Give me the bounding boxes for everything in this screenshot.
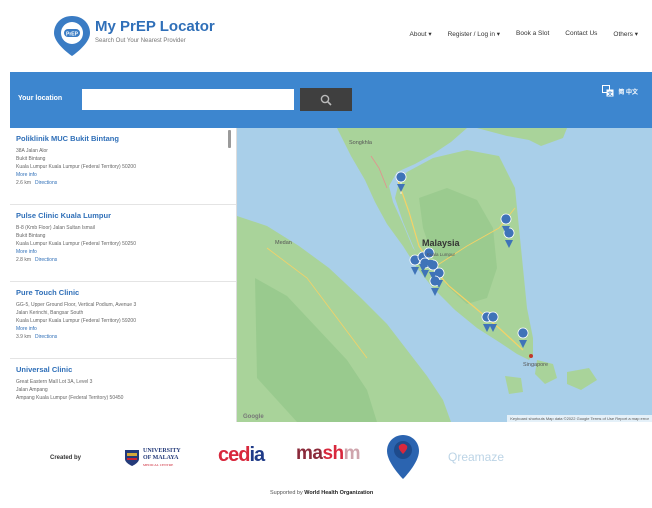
list-scrollbar[interactable] (228, 130, 231, 148)
mashm-logo[interactable]: mashm (296, 443, 361, 465)
um-logo-line: UNIVERSITY (143, 448, 181, 454)
map-canvas[interactable] (237, 128, 652, 422)
map-pin-logo-icon[interactable] (386, 434, 420, 480)
um-logo[interactable]: UNIVERSITY OF MALAYA MEDICAL CENTRE (143, 448, 181, 469)
clinic-address-line: Ampang Kuala Lumpur (Federal Territory) … (16, 395, 124, 401)
map-view[interactable]: Malaysia Songkhla Medan Singapore Kuala … (237, 128, 652, 422)
clinic-distance: 2.6 km (16, 180, 32, 186)
map-country-label: Malaysia (422, 238, 460, 248)
clinic-address-line: Kuala Lumpur Kuala Lumpur (Federal Terri… (16, 241, 136, 247)
main-nav: About ▾ Register / Log in ▾ Book a Slot … (410, 30, 638, 38)
site-footer: Created by UNIVERSITY OF MALAYA MEDICAL … (10, 422, 652, 508)
map-place-label: Songkhla (349, 140, 372, 146)
search-button[interactable] (300, 88, 352, 111)
directions-link[interactable]: Directions (35, 257, 57, 263)
nav-register-login[interactable]: Register / Log in ▾ (448, 30, 500, 38)
clinic-meta: 2.8 km Directions (16, 256, 226, 264)
clinic-name[interactable]: Poliklinik MUC Bukit Bintang (16, 134, 226, 143)
language-label: 简 中文 (618, 89, 638, 96)
svg-text:PrEP: PrEP (66, 32, 79, 38)
map-place-label: Medan (275, 240, 292, 246)
clinic-address-line: GG-5, Upper Ground Floor, Vertical Podiu… (16, 302, 137, 308)
search-icon (320, 94, 332, 106)
clinic-name[interactable]: Universal Clinic (16, 365, 226, 374)
mashm-logo-part: ma (296, 443, 323, 464)
list-item[interactable]: Universal Clinic Great Eastern Mall Lot … (10, 359, 236, 422)
translate-icon: 文 (602, 85, 614, 97)
more-info-link[interactable]: More info (16, 248, 226, 256)
site-title[interactable]: My PrEP Locator (95, 18, 215, 35)
clinic-address-line: B-8 (Kmb Floor) Jalan Sultan Ismail (16, 225, 95, 231)
prep-logo-icon[interactable]: PrEP (52, 14, 92, 58)
cedia-logo[interactable]: cedia (218, 444, 265, 467)
mashm-logo-part: m (343, 443, 361, 464)
cedia-logo-part: ia (249, 444, 265, 466)
nav-others[interactable]: Others ▾ (613, 30, 638, 38)
list-item[interactable]: Pulse Clinic Kuala Lumpur B-8 (Kmb Floor… (10, 205, 236, 282)
clinic-name[interactable]: Pure Touch Clinic (16, 288, 226, 297)
clinic-meta: 3.9 km Directions (16, 333, 226, 341)
supported-by-org: World Health Organization (304, 490, 374, 496)
clinic-address-line: Bukit Bintang (16, 156, 46, 162)
clinic-list: Poliklinik MUC Bukit Bintang 38A Jalan A… (10, 128, 237, 422)
created-by-label: Created by (50, 455, 82, 461)
um-logo-line: MEDICAL CENTRE (143, 463, 174, 467)
site-header: PrEP My PrEP Locator Search Out Your Nea… (0, 0, 652, 72)
clinic-address-line: Kuala Lumpur Kuala Lumpur (Federal Terri… (16, 164, 136, 170)
directions-link[interactable]: Directions (35, 334, 57, 340)
map-place-label: Kuala Lumpur (427, 252, 456, 257)
um-crest-icon (125, 450, 139, 466)
map-attribution[interactable]: Keyboard shortcuts Map data ©2022 Google… (507, 415, 652, 422)
clinic-address-line: 38A Jalan Alor (16, 148, 48, 154)
location-input[interactable] (82, 89, 294, 110)
location-label: Your location (18, 95, 63, 102)
supported-by-prefix: Supported by (270, 490, 303, 496)
um-logo-line: OF MALAYA (143, 455, 179, 461)
more-info-link[interactable]: More info (16, 171, 226, 179)
clinic-address-line: Jalan Kerinchi, Bangsar South (16, 310, 84, 316)
list-item[interactable]: Poliklinik MUC Bukit Bintang 38A Jalan A… (10, 128, 236, 205)
mashm-logo-part: sh (322, 443, 344, 464)
clinic-distance: 2.8 km (16, 257, 32, 263)
language-switch[interactable]: 文 简 中文 (602, 85, 638, 97)
clinic-address-line: Jalan Ampang (16, 387, 48, 393)
clinic-distance: 3.9 km (16, 334, 32, 340)
nav-about[interactable]: About ▾ (410, 30, 432, 38)
nav-contact-us[interactable]: Contact Us (565, 30, 597, 38)
location-search-bar: Your location 文 简 中文 (10, 72, 652, 128)
clinic-name[interactable]: Pulse Clinic Kuala Lumpur (16, 211, 226, 220)
clinic-address-line: Kuala Lumpur Kuala Lumpur (Federal Terri… (16, 318, 136, 324)
list-item[interactable]: Pure Touch Clinic GG-5, Upper Ground Flo… (10, 282, 236, 359)
qreamaze-logo[interactable]: Qreamaze (448, 450, 504, 464)
directions-link[interactable]: Directions (35, 180, 57, 186)
supported-by: Supported by World Health Organization (270, 490, 373, 496)
site-subtitle: Search Out Your Nearest Provider (95, 38, 186, 44)
clinic-address-line: Great Eastern Mall Lot 3A, Level 3 (16, 379, 93, 385)
google-logo[interactable]: Google (243, 414, 264, 420)
map-place-label: Singapore (523, 362, 549, 368)
nav-book-slot[interactable]: Book a Slot (516, 30, 549, 38)
clinic-meta: 2.6 km Directions (16, 179, 226, 187)
cedia-logo-part: ced (218, 444, 250, 466)
clinic-address-line: Bukit Bintang (16, 233, 46, 239)
more-info-link[interactable]: More info (16, 325, 226, 333)
